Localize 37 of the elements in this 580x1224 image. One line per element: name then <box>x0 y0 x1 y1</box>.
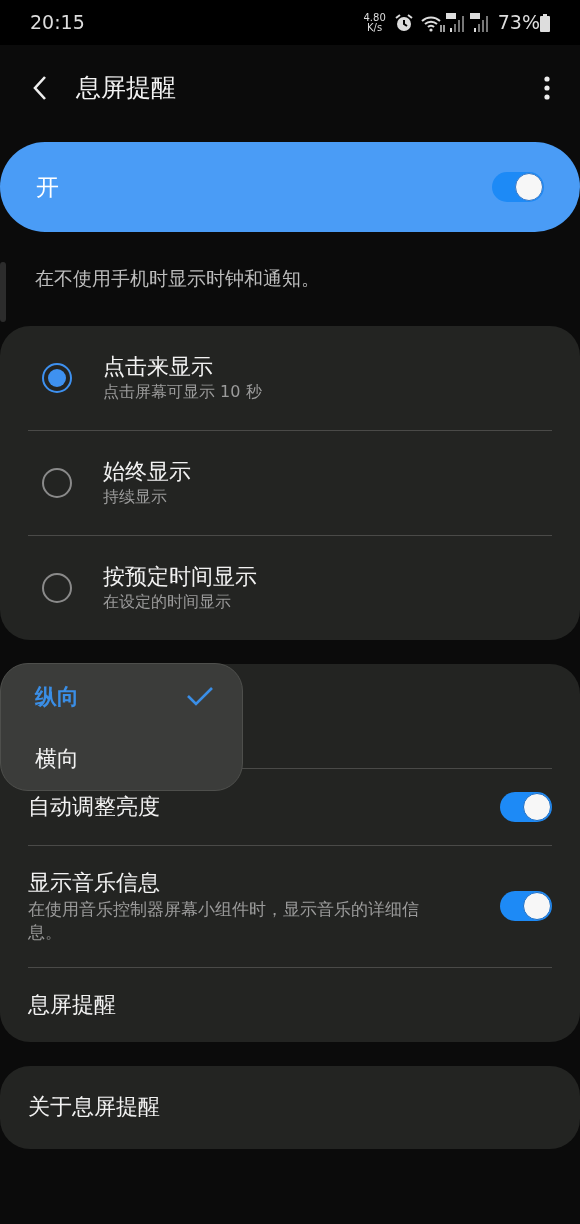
back-icon[interactable] <box>32 74 48 101</box>
switch-label: 开 <box>36 172 59 202</box>
setting-title: 显示音乐信息 <box>28 869 161 898</box>
battery-icon <box>540 13 550 32</box>
settings-item[interactable]: 显示音乐信息 在使用音乐控制器屏幕小组件时，显示音乐的详细信息。 <box>0 846 580 968</box>
radio-option[interactable]: 点击来显示 点击屏幕可显示 10 秒 <box>0 325 580 431</box>
option-subtitle: 在设定的时间显示 <box>103 591 232 614</box>
toggle-switch[interactable] <box>500 792 552 823</box>
option-subtitle: 点击屏幕可显示 10 秒 <box>103 381 262 403</box>
menu-item-label: 纵向 <box>35 682 79 711</box>
page-title: 息屏提醒 <box>76 71 177 104</box>
setting-title: 息屏提醒 <box>28 990 117 1019</box>
option-title: 始终显示 <box>103 457 191 486</box>
option-subtitle: 持续显示 <box>103 486 168 508</box>
network-speed: 4.80 <box>363 12 386 23</box>
setting-title: 自动调整亮度 <box>28 792 161 821</box>
toggle-switch[interactable] <box>492 172 544 202</box>
option-title: 按预定时间显示 <box>103 562 257 591</box>
description: 在不使用手机时显示时钟和通知。 <box>35 267 320 289</box>
battery-level: 73% <box>497 10 540 36</box>
network-speed: K/s <box>366 22 384 33</box>
more-options-icon[interactable] <box>544 75 550 100</box>
option-title: 点击来显示 <box>103 352 214 381</box>
toggle-switch[interactable] <box>500 891 552 922</box>
radio-button[interactable] <box>42 467 72 498</box>
about-item[interactable]: 关于息屏提醒 <box>0 1066 580 1149</box>
radio-button[interactable] <box>42 362 72 393</box>
settings-item[interactable]: 息屏提醒 <box>0 967 580 1043</box>
clock: 20:15 <box>30 10 85 36</box>
radio-button[interactable] <box>42 572 72 603</box>
radio-option[interactable]: 始终显示 持续显示 <box>0 430 580 536</box>
alarm-icon <box>393 12 414 33</box>
scroll-indicator <box>0 262 6 322</box>
setting-subtitle: 在使用音乐控制器屏幕小组件时，显示音乐的详细信息。 <box>28 897 420 944</box>
radio-option[interactable]: 按预定时间显示 在设定的时间显示 <box>0 535 580 641</box>
checkmark-icon <box>186 686 214 707</box>
about-title: 关于息屏提醒 <box>28 1093 161 1122</box>
